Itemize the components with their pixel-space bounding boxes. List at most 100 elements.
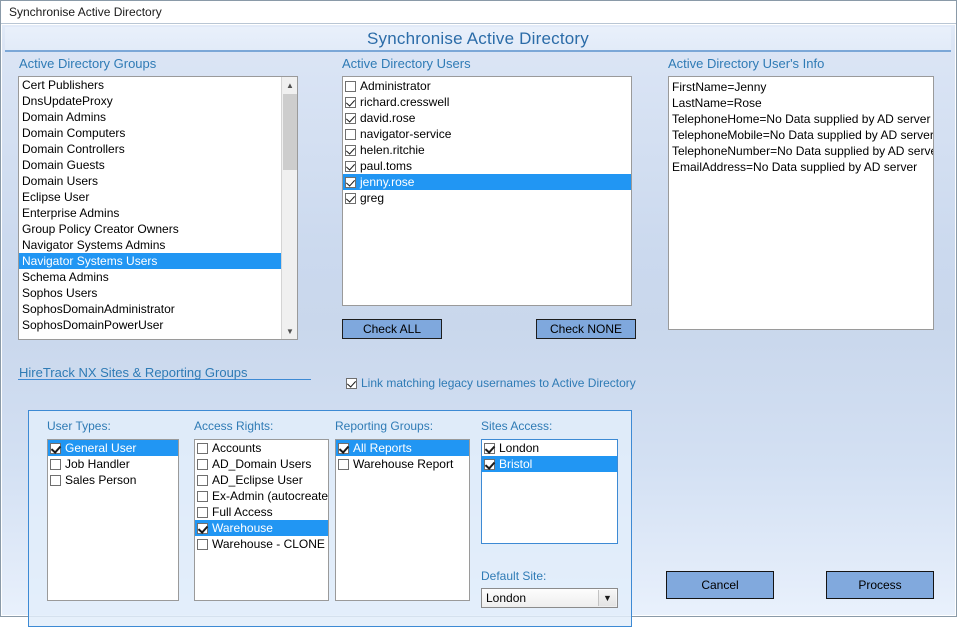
list-item[interactable]: Warehouse <box>195 520 328 536</box>
default-site-combobox[interactable]: London ▼ <box>481 588 618 608</box>
list-item[interactable]: Full Access <box>195 504 328 520</box>
list-item[interactable]: AD_Eclipse User <box>195 472 328 488</box>
list-item[interactable]: Cert Publishers <box>19 77 281 93</box>
list-item[interactable]: Warehouse - CLONE <box>195 536 328 552</box>
list-item[interactable]: greg <box>343 190 631 206</box>
checkbox-unchecked-icon[interactable] <box>197 442 208 454</box>
checkbox-unchecked-icon[interactable] <box>197 506 208 518</box>
list-item-label: Navigator Systems Admins <box>22 238 166 252</box>
sites-access-label: Sites Access: <box>481 419 553 433</box>
list-item[interactable]: Domain Admins <box>19 109 281 125</box>
list-item[interactable]: Job Handler <box>48 456 178 472</box>
list-item-label: AD_Eclipse User <box>212 473 303 487</box>
list-item[interactable]: Navigator Systems Users <box>19 253 281 269</box>
checkbox-unchecked-icon[interactable] <box>345 80 356 92</box>
list-item[interactable]: Group Policy Creator Owners <box>19 221 281 237</box>
list-item[interactable]: AD_Domain Users <box>195 456 328 472</box>
checkbox-unchecked-icon[interactable] <box>197 490 208 502</box>
list-item[interactable]: Bristol <box>482 456 617 472</box>
ad-groups-scrollbar[interactable]: ▲ ▼ <box>281 77 297 339</box>
checkbox-checked-icon[interactable] <box>345 144 356 156</box>
checkbox-checked-icon[interactable] <box>345 176 356 188</box>
checkbox-checked-icon[interactable] <box>338 442 349 454</box>
checkbox-checked-icon[interactable] <box>50 442 61 454</box>
list-item[interactable]: Sophos Users <box>19 285 281 301</box>
checkbox-checked-icon[interactable] <box>345 96 356 108</box>
reporting-groups-listbox[interactable]: All Reports Warehouse Report <box>335 439 470 601</box>
user-info-line: TelephoneNumber=No Data supplied by AD s… <box>672 144 934 158</box>
list-item[interactable]: Navigator Systems Admins <box>19 237 281 253</box>
chevron-down-icon[interactable]: ▼ <box>598 590 616 606</box>
list-item-label: david.rose <box>360 111 416 125</box>
check-none-button[interactable]: Check NONE <box>536 319 636 339</box>
list-item[interactable]: Ex-Admin (autocreated) <box>195 488 328 504</box>
list-item[interactable]: General User <box>48 440 178 456</box>
ad-user-info-textbox[interactable]: FirstName=Jenny LastName=Rose TelephoneHom… <box>668 76 934 330</box>
process-button[interactable]: Process <box>826 571 934 599</box>
scroll-down-icon[interactable]: ▼ <box>282 323 297 339</box>
checkbox-unchecked-icon[interactable] <box>338 458 349 470</box>
list-item[interactable]: Domain Users <box>19 173 281 189</box>
list-item[interactable]: Administrator <box>343 78 631 94</box>
list-item[interactable]: SophosDomainAdministrator <box>19 301 281 317</box>
hiretrack-label: HireTrack NX Sites & Reporting Groups <box>19 365 248 380</box>
scrollbar-thumb[interactable] <box>283 94 297 170</box>
checkbox-unchecked-icon[interactable] <box>50 458 61 470</box>
checkbox-checked-icon[interactable] <box>345 192 356 204</box>
list-item[interactable]: Domain Guests <box>19 157 281 173</box>
checkbox-checked-icon[interactable] <box>197 522 208 534</box>
checkbox-unchecked-icon[interactable] <box>50 474 61 486</box>
list-item[interactable]: helen.ritchie <box>343 142 631 158</box>
default-site-label: Default Site: <box>481 569 547 583</box>
list-item[interactable]: navigator-service <box>343 126 631 142</box>
user-types-listbox[interactable]: General User Job Handler Sales Person <box>47 439 179 601</box>
access-rights-listbox[interactable]: Accounts AD_Domain Users AD_Eclipse User Ex… <box>194 439 329 601</box>
link-legacy-label: Link matching legacy usernames to Active… <box>361 376 636 390</box>
cancel-button[interactable]: Cancel <box>666 571 774 599</box>
ad-groups-label: Active Directory Groups <box>19 56 157 71</box>
checkbox-unchecked-icon[interactable] <box>197 538 208 550</box>
page-header-banner: Synchronise Active Directory <box>5 27 951 52</box>
list-item-label: Eclipse User <box>22 190 90 204</box>
user-info-line: TelephoneMobile=No Data supplied by AD s… <box>672 128 934 142</box>
checkbox-checked-icon[interactable] <box>345 112 356 124</box>
list-item[interactable]: jenny.rose <box>343 174 631 190</box>
checkbox-checked-icon[interactable] <box>484 458 495 470</box>
list-item[interactable]: Domain Computers <box>19 125 281 141</box>
list-item-label: Job Handler <box>65 457 130 471</box>
list-item-label: richard.cresswell <box>360 95 450 109</box>
list-item[interactable]: Eclipse User <box>19 189 281 205</box>
list-item[interactable]: London <box>482 440 617 456</box>
window-titlebar: Synchronise Active Directory <box>1 1 956 24</box>
checkbox-unchecked-icon[interactable] <box>345 128 356 140</box>
list-item[interactable]: Domain Controllers <box>19 141 281 157</box>
list-item-label: helen.ritchie <box>360 143 425 157</box>
list-item[interactable]: Schema Admins <box>19 269 281 285</box>
list-item-label: jenny.rose <box>360 175 415 189</box>
default-site-value: London <box>486 591 527 605</box>
list-item-label: Ex-Admin (autocreated) <box>212 489 329 503</box>
list-item[interactable]: richard.cresswell <box>343 94 631 110</box>
window-title: Synchronise Active Directory <box>9 5 162 19</box>
list-item[interactable]: Accounts <box>195 440 328 456</box>
link-legacy-checkbox[interactable] <box>346 377 357 389</box>
ad-groups-listbox[interactable]: Cert Publishers DnsUpdateProxy Domain Admi… <box>18 76 298 340</box>
checkbox-unchecked-icon[interactable] <box>197 474 208 486</box>
check-all-button[interactable]: Check ALL <box>342 319 442 339</box>
ad-users-listbox[interactable]: Administrator richard.cresswell david.rose… <box>342 76 632 306</box>
list-item[interactable]: david.rose <box>343 110 631 126</box>
list-item[interactable]: Warehouse Report <box>336 456 469 472</box>
sites-access-listbox[interactable]: London Bristol <box>481 439 618 544</box>
list-item[interactable]: DnsUpdateProxy <box>19 93 281 109</box>
list-item[interactable]: Sales Person <box>48 472 178 488</box>
checkbox-checked-icon[interactable] <box>484 442 495 454</box>
scroll-up-icon[interactable]: ▲ <box>282 77 297 93</box>
list-item[interactable]: SophosDomainPowerUser <box>19 317 281 333</box>
checkbox-checked-icon[interactable] <box>345 160 356 172</box>
link-legacy-usernames-row[interactable]: Link matching legacy usernames to Active… <box>346 376 636 390</box>
checkbox-unchecked-icon[interactable] <box>197 458 208 470</box>
list-item[interactable]: paul.toms <box>343 158 631 174</box>
list-item[interactable]: Enterprise Admins <box>19 205 281 221</box>
list-item[interactable]: All Reports <box>336 440 469 456</box>
list-item-label: All Reports <box>353 441 412 455</box>
